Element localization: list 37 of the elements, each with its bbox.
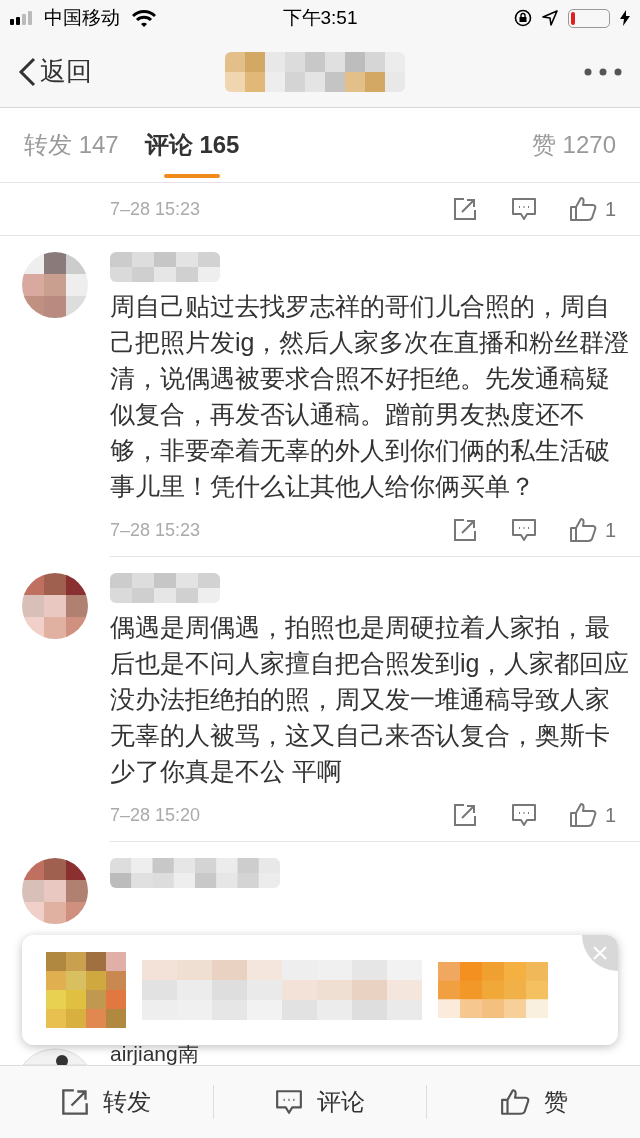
toolbar-button[interactable]: 评论: [275, 1084, 365, 1120]
thumbs-up-icon: [568, 196, 597, 222]
share-icon[interactable]: [452, 518, 477, 542]
wifi-icon: [132, 9, 156, 27]
comment-time: 7–28 15:23: [110, 197, 201, 221]
comment-text: 偶遇是周偶遇，拍照也是周硬拉着人家拍，最后也是不问人家擅自把合照发到ig，人家都回应没办法拒绝拍的照，周又发一堆通稿导致人家无辜的人被骂，这又自己来否认复合，奥斯卡少了你真是不公 平啊: [110, 612, 631, 787]
more-icon[interactable]: [584, 67, 622, 76]
comment-icon: [275, 1089, 303, 1115]
back-button[interactable]: 返回: [18, 52, 92, 91]
toolbar-button[interactable]: 赞: [499, 1084, 568, 1120]
comment-time: 7–28 15:20: [110, 803, 201, 827]
share-icon[interactable]: [452, 197, 477, 221]
like-button[interactable]: 1: [568, 515, 616, 545]
location-icon: [542, 10, 558, 26]
comment-text: 周自己贴过去找罗志祥的哥们儿合照的，周自己把照片发ig，然后人家多次在直播和粉丝群澄清，说偶遇被要求合照不好拒绝。先发通稿疑似复合，再发否认通稿。蹭前男友热度还不够，非要牵着无辜的外人到你们俩的私生活破事儿里！凭什么让其他人给你俩买单？: [110, 291, 631, 502]
comment-icon[interactable]: [510, 518, 537, 542]
thumbs-up-icon: [499, 1088, 530, 1116]
tab[interactable]: 评论 165: [144, 108, 240, 182]
like-button[interactable]: 1: [568, 800, 616, 830]
thumbs-up-icon: [568, 802, 597, 828]
user-name: airjiang南: [110, 1043, 199, 1065]
back-icon: [18, 56, 36, 87]
toolbar-button[interactable]: 转发: [61, 1084, 152, 1120]
thumbs-up-icon: [568, 517, 597, 543]
carrier-name: 中国移动: [44, 5, 120, 30]
like-button[interactable]: 1: [568, 194, 616, 224]
charging-icon: [620, 10, 630, 26]
comment-icon[interactable]: [510, 803, 537, 827]
battery-icon: [568, 8, 610, 28]
notification-card[interactable]: [22, 935, 618, 1045]
comment-icon[interactable]: [510, 197, 537, 221]
comment-time: 7–28 15:23: [110, 518, 201, 542]
close-icon: [593, 946, 607, 960]
rotation-lock-icon: [514, 9, 532, 27]
status-time: 下午3:51: [282, 6, 358, 28]
share-icon[interactable]: [452, 803, 477, 827]
share-icon: [61, 1088, 90, 1116]
